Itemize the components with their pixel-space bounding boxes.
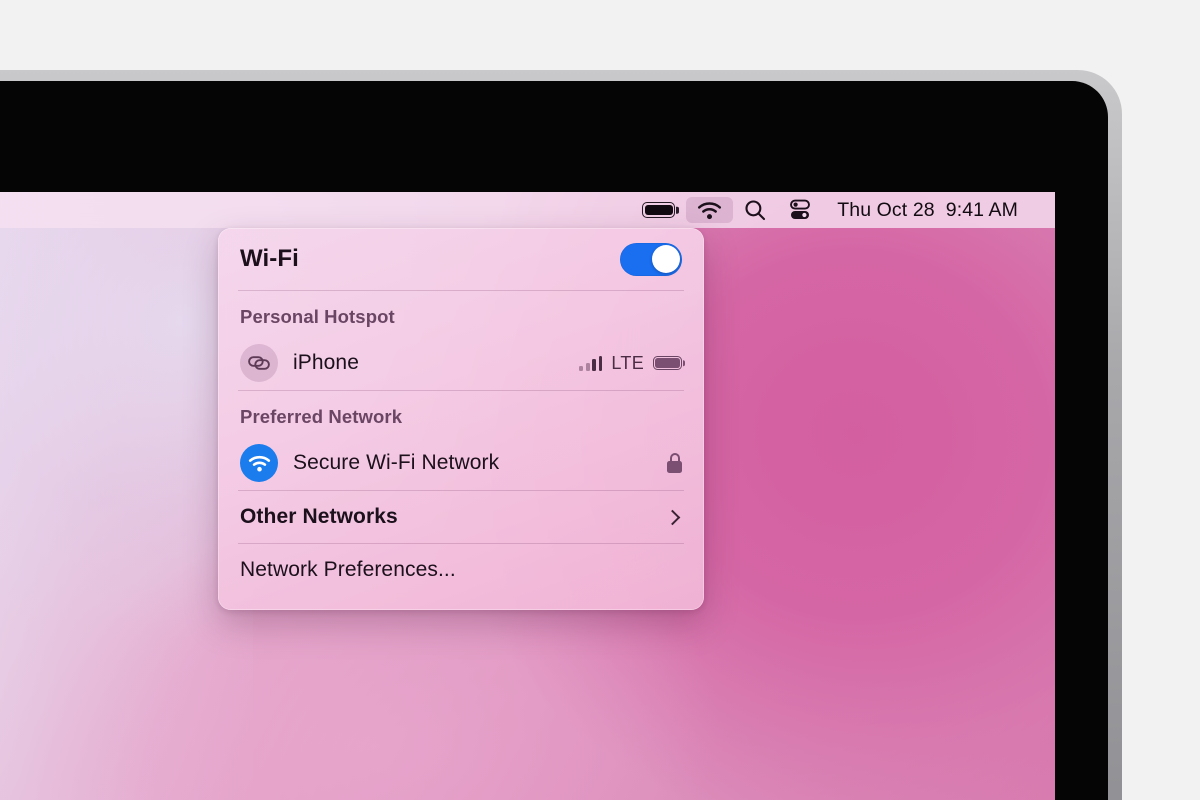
hotspot-row-iphone[interactable]: iPhone LTE bbox=[240, 336, 685, 390]
hotspot-name: iPhone bbox=[293, 351, 359, 374]
chevron-right-icon bbox=[664, 509, 681, 525]
menu-bar-wifi-button[interactable] bbox=[686, 197, 734, 223]
battery-icon bbox=[653, 355, 685, 371]
other-networks-label: Other Networks bbox=[240, 505, 398, 528]
section-label-preferred-network: Preferred Network bbox=[240, 406, 403, 427]
wifi-icon bbox=[698, 201, 722, 219]
wifi-icon bbox=[240, 444, 278, 482]
section-label-personal-hotspot: Personal Hotspot bbox=[240, 306, 395, 327]
network-row-secure-wifi[interactable]: Secure Wi-Fi Network bbox=[240, 436, 682, 490]
wifi-dropdown-panel: Wi-Fi Personal Hotspot iPhone LTE Prefer… bbox=[218, 228, 704, 610]
menu-bar-clock[interactable]: Thu Oct 28 9:41 AM bbox=[823, 197, 1029, 223]
menu-bar-control-center-button[interactable] bbox=[777, 197, 823, 223]
network-preferences-item[interactable]: Network Preferences... bbox=[240, 544, 682, 596]
screen: Thu Oct 28 9:41 AM Wi-Fi Personal Hotspo… bbox=[0, 192, 1055, 800]
scene: Thu Oct 28 9:41 AM Wi-Fi Personal Hotspo… bbox=[0, 0, 1200, 800]
control-center-icon bbox=[790, 199, 811, 219]
lock-icon bbox=[667, 453, 682, 473]
menu-bar: Thu Oct 28 9:41 AM bbox=[0, 192, 1055, 228]
network-preferences-label: Network Preferences... bbox=[240, 558, 456, 581]
wifi-toggle[interactable] bbox=[620, 242, 682, 276]
battery-status-item[interactable] bbox=[631, 197, 686, 223]
carrier-label: LTE bbox=[611, 352, 644, 373]
signal-bars-icon bbox=[579, 355, 603, 371]
link-icon bbox=[240, 344, 278, 382]
wifi-panel-header: Wi-Fi bbox=[240, 228, 682, 290]
other-networks-item[interactable]: Other Networks bbox=[240, 491, 682, 543]
battery-full-icon bbox=[642, 202, 679, 218]
menu-bar-search-button[interactable] bbox=[733, 197, 777, 223]
toggle-knob bbox=[651, 244, 680, 273]
search-icon bbox=[745, 200, 766, 221]
panel-title: Wi-Fi bbox=[240, 245, 299, 272]
network-name: Secure Wi-Fi Network bbox=[293, 451, 500, 474]
